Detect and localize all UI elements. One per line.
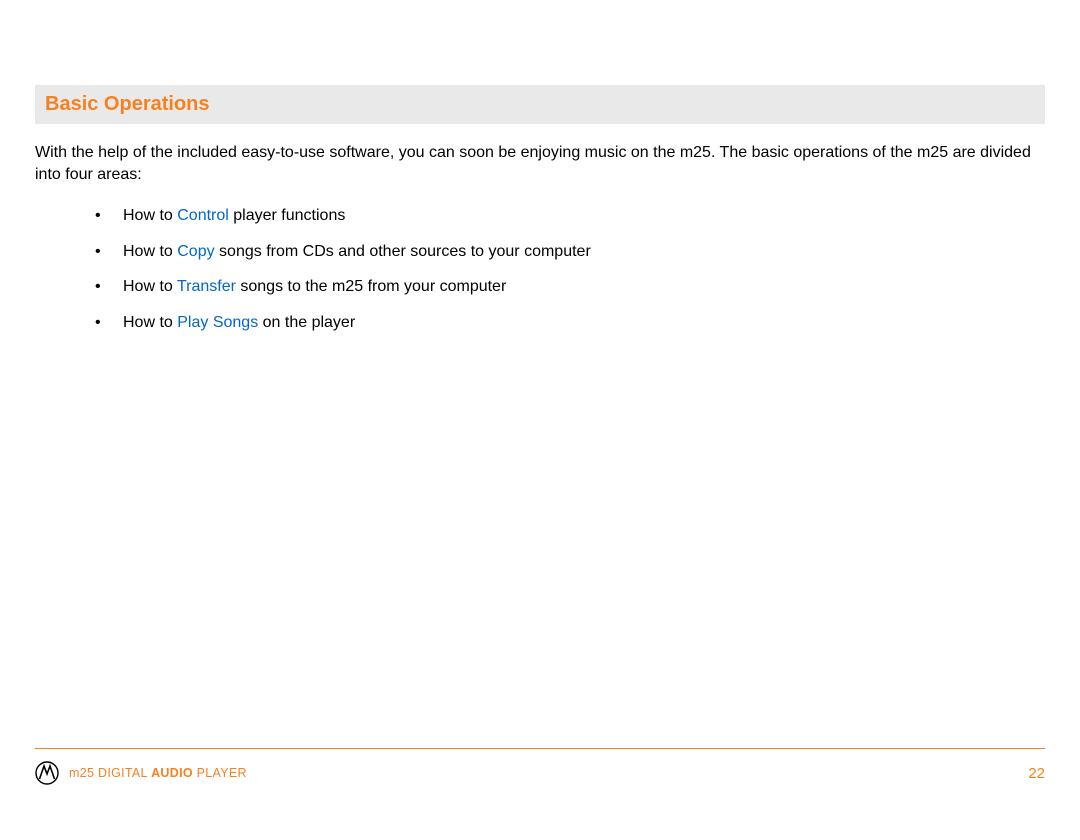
intro-paragraph: With the help of the included easy-to-us… (35, 142, 1045, 185)
list-item-post: songs from CDs and other sources to your… (215, 243, 591, 260)
link-play-songs[interactable]: Play Songs (177, 314, 258, 331)
list-item-pre: How to (123, 207, 177, 224)
footer-text-post: PLAYER (193, 766, 247, 780)
list-item-post: songs to the m25 from your computer (236, 278, 506, 295)
operations-list: How to Control player functions How to C… (35, 205, 1045, 333)
list-item-post: player functions (229, 207, 346, 224)
link-copy[interactable]: Copy (177, 243, 214, 260)
link-control[interactable]: Control (177, 207, 229, 224)
footer-product-name: m25 DIGITAL AUDIO PLAYER (69, 766, 247, 780)
list-item-post: on the player (258, 314, 355, 331)
page-footer: m25 DIGITAL AUDIO PLAYER 22 (35, 748, 1045, 785)
section-title: Basic Operations (35, 85, 1045, 124)
list-item: How to Play Songs on the player (95, 312, 1045, 334)
list-item: How to Control player functions (95, 205, 1045, 227)
page-number: 22 (1028, 765, 1045, 782)
list-item: How to Copy songs from CDs and other sou… (95, 241, 1045, 263)
list-item-pre: How to (123, 314, 177, 331)
footer-left: m25 DIGITAL AUDIO PLAYER (35, 761, 247, 785)
list-item-pre: How to (123, 243, 177, 260)
motorola-logo-icon (35, 761, 59, 785)
list-item: How to Transfer songs to the m25 from yo… (95, 276, 1045, 298)
footer-text-pre: m25 DIGITAL (69, 766, 151, 780)
link-transfer[interactable]: Transfer (177, 278, 236, 295)
list-item-pre: How to (123, 278, 177, 295)
footer-text-bold: AUDIO (151, 766, 193, 780)
